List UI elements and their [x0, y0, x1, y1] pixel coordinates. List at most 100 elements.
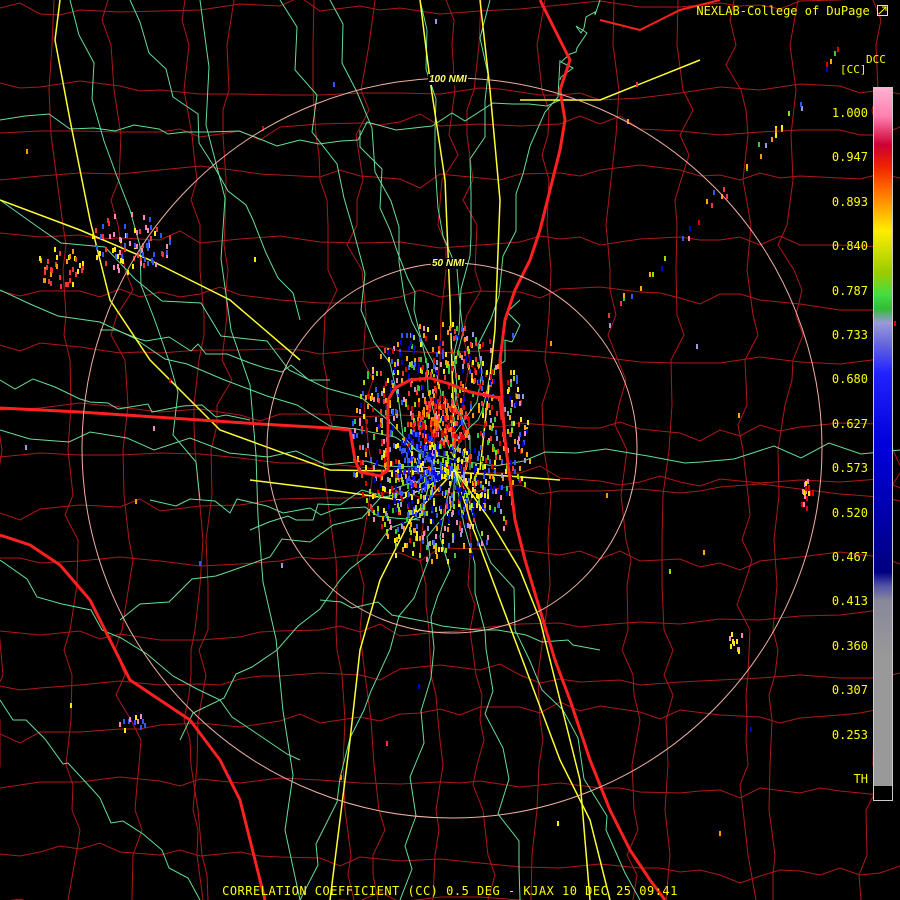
radar-echo: [145, 225, 147, 230]
radar-echo: [372, 369, 374, 374]
radar-echo: [463, 359, 465, 364]
radar-echo: [411, 451, 413, 456]
radar-echo: [369, 489, 371, 494]
radar-echo: [424, 511, 426, 516]
radar-echo: [166, 244, 168, 249]
radar-echo: [514, 469, 516, 474]
radar-echo: [392, 383, 394, 388]
radar-echo: [475, 357, 477, 362]
radar-echo: [129, 717, 131, 722]
radar-echo: [410, 341, 412, 346]
radar-echo: [418, 684, 420, 689]
radar-echo: [510, 382, 512, 387]
radar-echo: [437, 399, 439, 404]
radar-echo: [443, 369, 445, 374]
radar-echo: [352, 421, 354, 426]
radar-echo: [497, 489, 499, 494]
radar-echo: [477, 480, 479, 485]
radar-echo: [366, 419, 368, 424]
radar-echo: [486, 370, 488, 375]
radar-echo: [386, 529, 388, 534]
radar-echo: [147, 243, 149, 248]
radar-echo: [459, 432, 461, 437]
radar-echo: [478, 379, 480, 384]
radar-echo: [426, 412, 428, 417]
radar-echo: [114, 214, 116, 219]
radar-echo: [472, 487, 474, 492]
radar-echo: [477, 433, 479, 438]
radar-echo: [501, 459, 503, 464]
radar-echo: [362, 492, 364, 497]
radar-echo: [484, 498, 486, 503]
legend-tick-label: 0.413: [831, 594, 868, 609]
radar-echo: [426, 511, 428, 516]
radar-echo: [472, 332, 474, 337]
radar-echo: [505, 520, 507, 525]
radar-echo: [459, 526, 461, 531]
radar-echo: [435, 474, 437, 479]
radar-echo: [414, 458, 416, 463]
radar-echo: [92, 234, 94, 239]
radar-echo: [422, 393, 424, 398]
radar-echo: [437, 476, 439, 481]
radar-echo: [381, 524, 383, 529]
radar-echo: [805, 481, 807, 486]
radar-echo: [478, 451, 480, 456]
radar-echo: [406, 478, 408, 483]
radar-echo: [711, 203, 713, 208]
radar-echo: [443, 440, 445, 445]
radar-echo: [434, 433, 436, 438]
legend-tick-label: 0.680: [831, 372, 868, 387]
radar-echo: [512, 333, 514, 338]
radar-echo: [75, 257, 77, 262]
radar-echo: [494, 469, 496, 474]
radar-echo: [362, 445, 364, 450]
radar-echo: [451, 474, 453, 479]
radar-echo: [446, 363, 448, 368]
radar-echo: [409, 538, 411, 543]
radar-echo: [126, 233, 128, 238]
radar-echo: [620, 301, 622, 306]
radar-echo: [480, 431, 482, 436]
radar-echo: [422, 421, 424, 426]
radar-echo: [420, 474, 422, 479]
radar-echo: [407, 484, 409, 489]
radar-echo: [420, 463, 422, 468]
radar-echo: [461, 355, 463, 360]
radar-echo: [514, 439, 516, 444]
radar-echo: [422, 445, 424, 450]
radar-echo: [95, 228, 97, 233]
radar-echo: [434, 403, 436, 408]
credit-text: NEXLAB-College of DuPage: [696, 4, 870, 18]
radar-echo: [368, 394, 370, 399]
radar-echo: [457, 447, 459, 452]
radar-echo: [395, 543, 397, 548]
radar-echo: [511, 421, 513, 426]
radar-echo: [384, 458, 386, 463]
radar-echo: [39, 256, 41, 261]
radar-echo: [524, 458, 526, 463]
radar-echo: [426, 370, 428, 375]
radar-echo: [507, 389, 509, 394]
radar-echo: [119, 250, 121, 255]
radar-echo: [442, 341, 444, 346]
radar-echo: [458, 335, 460, 340]
radar-echo: [393, 493, 395, 498]
radar-echo: [391, 359, 393, 364]
radar-echo: [132, 264, 134, 269]
radar-echo: [102, 234, 104, 239]
radar-echo: [719, 831, 721, 836]
radar-echo: [484, 493, 486, 498]
radar-echo: [384, 522, 386, 527]
radar-echo: [69, 270, 71, 275]
radar-echo: [470, 342, 472, 347]
radar-echo: [139, 229, 141, 234]
radar-echo: [354, 419, 356, 424]
radar-echo: [652, 272, 654, 277]
radar-echo: [381, 455, 383, 460]
radar-echo: [453, 504, 455, 509]
radar-echo: [444, 375, 446, 380]
radar-echo: [492, 509, 494, 514]
radar-echo: [480, 483, 482, 488]
radar-echo: [664, 256, 666, 261]
